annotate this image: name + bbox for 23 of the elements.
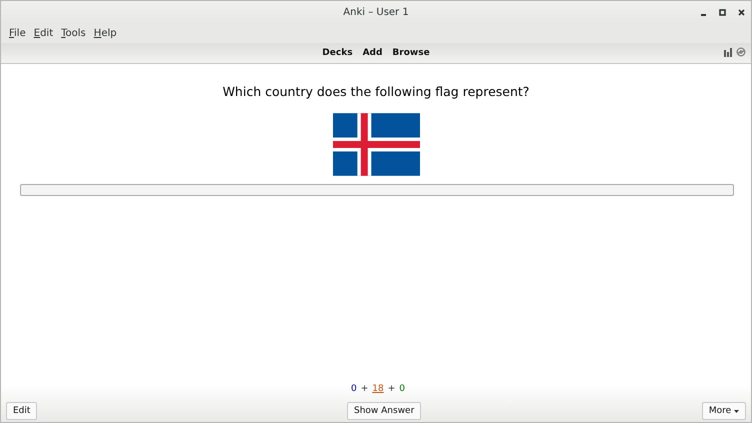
- edit-button[interactable]: Edit: [6, 402, 38, 420]
- question-text: Which country does the following flag represent?: [222, 84, 530, 99]
- menu-item[interactable]: Tools: [57, 28, 90, 38]
- bar-chart-icon[interactable]: [724, 48, 733, 56]
- window-title: Anki – User 1: [343, 6, 409, 18]
- maximize-icon[interactable]: [719, 8, 726, 16]
- toolbar-link[interactable]: Add: [358, 48, 388, 58]
- more-button[interactable]: More: [702, 402, 746, 420]
- caret-icon: [734, 410, 739, 413]
- card-count: 18: [372, 384, 384, 394]
- menu-item[interactable]: File: [5, 28, 30, 38]
- plus-sign: +: [388, 384, 396, 394]
- close-icon[interactable]: [738, 8, 745, 16]
- sync-icon[interactable]: [736, 47, 746, 57]
- answer-field[interactable]: [20, 184, 734, 196]
- card-count: 0: [399, 384, 405, 394]
- menu-item[interactable]: Help: [90, 28, 121, 38]
- toolbar-link[interactable]: Browse: [387, 48, 435, 58]
- toolbar-link[interactable]: Decks: [317, 48, 358, 58]
- card-count: 0: [350, 384, 357, 394]
- menu-item[interactable]: Edit: [30, 28, 58, 38]
- plus-sign: +: [360, 384, 368, 394]
- show-answer-button[interactable]: Show Answer: [347, 402, 422, 420]
